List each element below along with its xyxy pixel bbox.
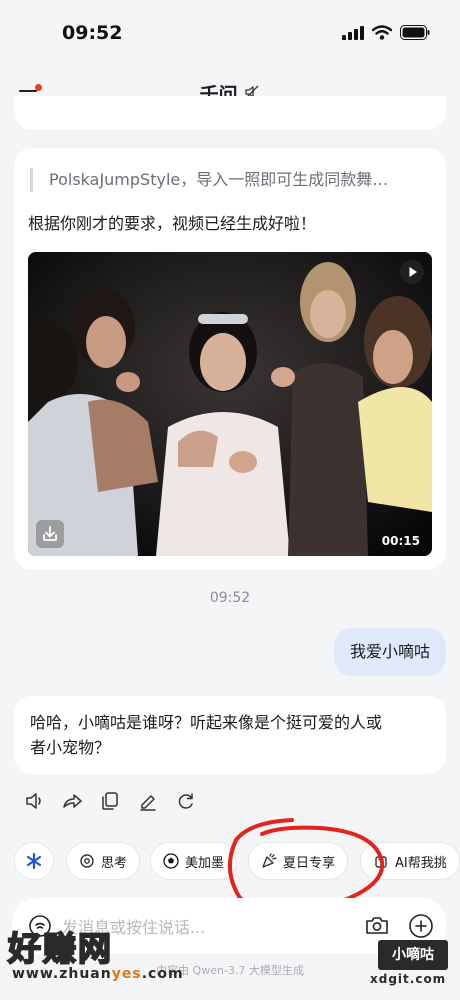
message-timestamp: 09:52 xyxy=(209,590,251,606)
sparkle-icon xyxy=(26,852,42,870)
chip-ai-help[interactable]: AI帮我挑 xyxy=(360,842,460,880)
reply-text: 根据你刚才的要求，视频已经生成好啦！ xyxy=(28,214,317,233)
chip-think[interactable]: 思考 xyxy=(66,842,141,880)
ai-reply-bubble: 哈哈，小嘀咕是谁呀？听起来像是个挺可爱的人或 者小宠物？ xyxy=(14,696,446,774)
video-player[interactable]: 00:15 xyxy=(28,252,432,556)
status-bar: 09:52 xyxy=(0,0,460,60)
quick-action-chips: 思考 美加墨 夏日专享 AI帮我挑 xyxy=(14,842,460,882)
download-icon xyxy=(43,526,57,541)
watermark-url-highlight: yes xyxy=(111,966,142,982)
copy-icon[interactable] xyxy=(100,790,120,812)
watermark-badge: 小嘀咕 xyxy=(378,940,448,970)
quoted-prompt[interactable]: PolskaJumpStyle，导入一照即可生成同款舞… xyxy=(30,168,432,192)
chip-summer[interactable]: 夏日专享 xyxy=(248,842,349,880)
watermark-url-suffix: .com xyxy=(141,966,184,982)
shopping-bag-icon xyxy=(375,856,387,868)
edit-icon[interactable] xyxy=(138,790,158,812)
previous-message-card xyxy=(14,96,446,130)
chip-ai-help-label: AI帮我挑 xyxy=(395,855,447,871)
speaker-icon[interactable] xyxy=(24,790,44,812)
video-duration: 00:15 xyxy=(381,534,420,548)
chip-summer-label: 夏日专享 xyxy=(283,855,336,871)
regenerate-icon[interactable] xyxy=(176,790,196,812)
add-icon[interactable] xyxy=(408,913,434,939)
watermark-url-prefix: www.zhuan xyxy=(12,966,112,982)
status-time: 09:52 xyxy=(62,22,123,44)
user-message-bubble: 我爱小嘀咕 xyxy=(333,628,446,676)
video-thumbnail xyxy=(28,252,432,556)
status-icons xyxy=(342,25,430,40)
play-icon xyxy=(409,267,417,277)
chip-mexico[interactable]: 美加墨 xyxy=(150,842,238,880)
party-popper-icon xyxy=(262,853,277,868)
camera-icon[interactable] xyxy=(364,913,390,937)
battery-icon xyxy=(400,25,430,40)
play-button[interactable] xyxy=(400,260,424,284)
chip-think-label: 思考 xyxy=(101,855,128,871)
ai-reply-line-1: 哈哈，小嘀咕是谁呀？听起来像是个挺可爱的人或 xyxy=(30,713,383,732)
ai-reply-line-2: 者小宠物？ xyxy=(30,738,111,757)
wifi-icon xyxy=(372,25,392,40)
share-icon[interactable] xyxy=(62,790,82,812)
soccer-ball-icon xyxy=(163,853,179,869)
think-icon xyxy=(80,854,94,868)
watermark-site-name: 好赚网 xyxy=(7,928,113,969)
download-button[interactable] xyxy=(36,520,64,548)
watermark-url: www.zhuanyes.com xyxy=(12,966,184,982)
chip-mexico-label: 美加墨 xyxy=(185,855,225,871)
signal-icon xyxy=(342,25,364,40)
message-actions xyxy=(24,790,196,812)
video-message-card: PolskaJumpStyle，导入一照即可生成同款舞… 根据你刚才的要求，视频… xyxy=(14,148,446,570)
watermark-domain: xdgit.com xyxy=(370,972,447,986)
chip-sparkle[interactable] xyxy=(14,842,54,880)
